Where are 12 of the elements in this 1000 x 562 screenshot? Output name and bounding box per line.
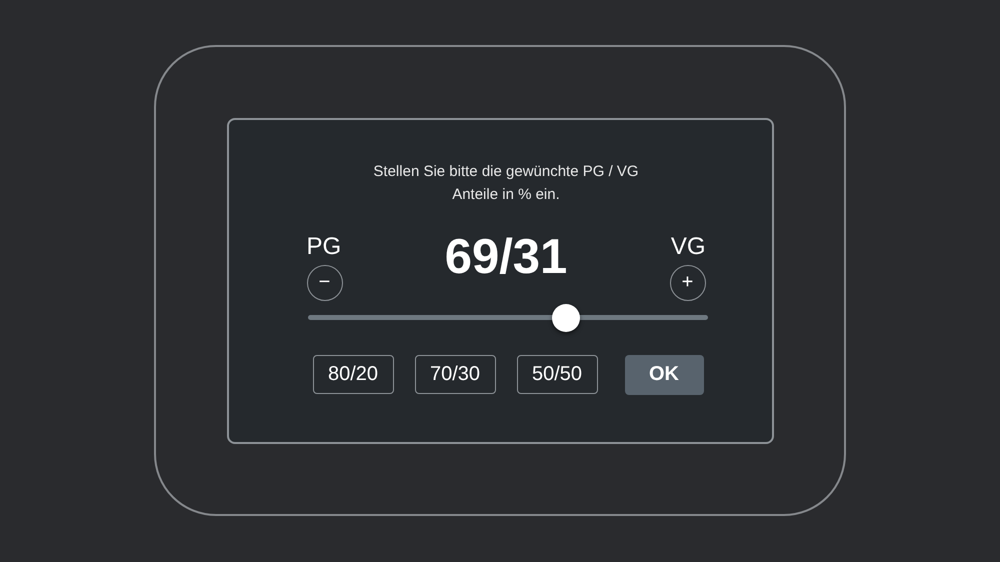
preset-button[interactable]: 80/20 — [312, 354, 394, 394]
vg-label: VG — [670, 232, 706, 260]
preset-button[interactable]: 50/50 — [516, 354, 598, 394]
preset-button[interactable]: 70/30 — [414, 354, 496, 394]
ratio-slider[interactable] — [308, 302, 708, 332]
instruction-text: Stellen Sie bitte die gewünchte PG / VG Anteile in % ein. — [372, 162, 640, 204]
increase-button[interactable]: + — [670, 264, 706, 300]
decrease-button[interactable]: − — [306, 264, 342, 300]
ok-button[interactable]: OK — [624, 354, 704, 394]
slider-thumb[interactable] — [552, 304, 580, 332]
pg-label: PG — [306, 232, 342, 260]
ratio-value: 69/31 — [444, 228, 568, 284]
